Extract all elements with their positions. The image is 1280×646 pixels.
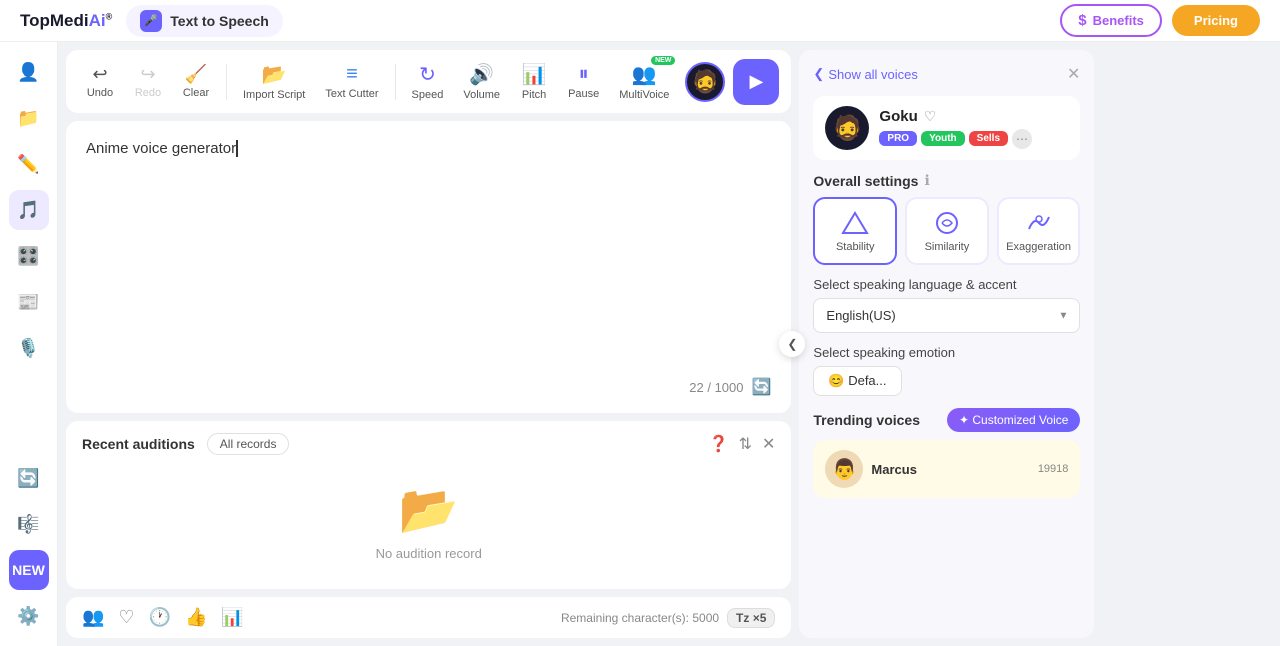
undo-button[interactable]: ↩ Undo bbox=[78, 60, 122, 103]
bottom-clock-icon[interactable]: 🕐 bbox=[149, 607, 171, 628]
sidebar-item-music[interactable]: 🎛️ bbox=[9, 236, 49, 276]
voice-avatar[interactable]: 🧔 bbox=[825, 106, 869, 150]
trending-title: Trending voices bbox=[813, 412, 920, 428]
customized-voice-button[interactable]: ✦ Customized Voice bbox=[947, 408, 1080, 432]
right-panel: ❮ Show all voices ✕ 🧔 Goku ♡ PRO Youth S… bbox=[799, 50, 1094, 638]
toolbar: ↩ Undo ↪ Redo 🧹 Clear 📂 Import Script ≡ … bbox=[66, 50, 791, 113]
bottom-heart-icon[interactable]: ♡ bbox=[118, 607, 134, 628]
emotion-section-label: Select speaking emotion bbox=[813, 345, 1080, 360]
remaining-chars-text: Remaining character(s): 5000 bbox=[561, 611, 719, 625]
collapse-panel-toggle[interactable]: ❮ bbox=[779, 331, 805, 357]
voice-card: 🧔 Goku ♡ PRO Youth Sells ⋯ bbox=[813, 96, 1080, 160]
pricing-button[interactable]: Pricing bbox=[1172, 5, 1260, 36]
emotion-button[interactable]: 😊 Defa... bbox=[813, 366, 901, 396]
sidebar-item-notes[interactable]: 🎼 bbox=[9, 504, 49, 544]
stability-setting[interactable]: Stability bbox=[813, 197, 897, 265]
language-select[interactable]: English(US) bbox=[813, 298, 1080, 333]
bottom-share-icon[interactable]: 👥 bbox=[82, 607, 104, 628]
char-count: 22 / 1000 bbox=[689, 380, 743, 395]
sidebar-item-refresh[interactable]: 🔄 bbox=[9, 458, 49, 498]
all-records-button[interactable]: All records bbox=[207, 433, 290, 455]
exaggeration-label: Exaggeration bbox=[1006, 241, 1071, 253]
language-section-label: Select speaking language & accent bbox=[813, 277, 1080, 292]
sidebar-item-edit[interactable]: ✏️ bbox=[9, 144, 49, 184]
sidebar-item-mic[interactable]: 🎙️ bbox=[9, 328, 49, 368]
refresh-icon[interactable]: 🔄 bbox=[751, 377, 771, 397]
bottom-bar: 👥 ♡ 🕐 👍 📊 Remaining character(s): 5000 T… bbox=[66, 597, 791, 638]
sidebar-item-profile[interactable]: 👤 bbox=[9, 52, 49, 92]
text-editor: Anime voice generator 22 / 1000 🔄 bbox=[66, 121, 791, 413]
speed-button[interactable]: ↻ Speed bbox=[404, 58, 452, 105]
close-right-panel-icon[interactable]: ✕ bbox=[1067, 64, 1080, 84]
benefits-button[interactable]: $ Benefits bbox=[1060, 4, 1162, 37]
empty-folder-icon: 📂 bbox=[399, 481, 459, 538]
show-all-voices-link[interactable]: ❮ Show all voices bbox=[813, 66, 918, 82]
tz-badge: Tz ×5 bbox=[727, 608, 775, 628]
volume-button[interactable]: 🔊 Volume bbox=[455, 58, 508, 105]
trending-avatar: 👨 bbox=[825, 450, 863, 488]
recent-title: Recent auditions bbox=[82, 436, 195, 452]
import-script-button[interactable]: 📂 Import Script bbox=[235, 58, 313, 105]
recent-auditions-panel: Recent auditions All records ❓ ⇅ ✕ 📂 No … bbox=[66, 421, 791, 589]
sidebar-item-news[interactable]: 📰 bbox=[9, 282, 49, 322]
trending-voice-name: Marcus bbox=[871, 462, 917, 477]
sort-icon[interactable]: ⇅ bbox=[739, 434, 752, 454]
similarity-label: Similarity bbox=[925, 241, 970, 253]
similarity-setting[interactable]: Similarity bbox=[905, 197, 989, 265]
editor-text[interactable]: Anime voice generator bbox=[86, 137, 771, 369]
sidebar-item-tts[interactable]: 🎵 bbox=[9, 190, 49, 230]
voice-name: Goku bbox=[879, 108, 917, 125]
badge-pro: PRO bbox=[879, 131, 917, 146]
logo: TopMediAi® bbox=[20, 11, 112, 31]
settings-help-icon[interactable]: ℹ bbox=[924, 172, 929, 189]
bottom-thumb-icon[interactable]: 👍 bbox=[185, 607, 207, 628]
play-button[interactable]: ▶ bbox=[733, 59, 779, 105]
bottom-chart-icon[interactable]: 📊 bbox=[221, 607, 243, 628]
badge-sells: Sells bbox=[969, 131, 1008, 146]
empty-auditions-text: No audition record bbox=[376, 546, 482, 561]
pitch-button[interactable]: 📊 Pitch bbox=[512, 58, 556, 105]
sidebar-item-new[interactable]: NEW bbox=[9, 550, 49, 590]
empty-auditions-state: 📂 No audition record bbox=[82, 465, 775, 577]
voice-avatar-btn[interactable]: 🧔 bbox=[685, 62, 725, 102]
voice-heart-icon[interactable]: ♡ bbox=[924, 108, 937, 125]
close-auditions-icon[interactable]: ✕ bbox=[762, 434, 775, 454]
clear-button[interactable]: 🧹 Clear bbox=[174, 60, 218, 103]
exaggeration-setting[interactable]: Exaggeration bbox=[997, 197, 1081, 265]
sidebar-item-folder[interactable]: 📁 bbox=[9, 98, 49, 138]
badge-more[interactable]: ⋯ bbox=[1012, 129, 1032, 149]
text-cutter-button[interactable]: ≡ Text Cutter bbox=[317, 59, 386, 104]
sidebar-item-settings[interactable]: ⚙️ bbox=[9, 596, 49, 636]
trending-voice-count: 19918 bbox=[1038, 463, 1069, 475]
settings-title: Overall settings bbox=[813, 173, 918, 189]
redo-button[interactable]: ↪ Redo bbox=[126, 60, 170, 103]
multivoice-button[interactable]: NEW 👥 MultiVoice bbox=[611, 58, 677, 105]
trending-voice-item[interactable]: 👨 Marcus 19918 bbox=[813, 440, 1080, 498]
pause-button[interactable]: ⏸ Pause bbox=[560, 59, 607, 104]
help-icon[interactable]: ❓ bbox=[709, 434, 729, 454]
sidebar: 👤 📁 ✏️ 🎵 🎛️ 📰 🎙️ 🔄 🎼 NEW ⚙️ bbox=[0, 42, 58, 646]
badge-youth: Youth bbox=[921, 131, 965, 146]
app-title[interactable]: 🎤 Text to Speech bbox=[126, 5, 283, 37]
stability-label: Stability bbox=[836, 241, 875, 253]
